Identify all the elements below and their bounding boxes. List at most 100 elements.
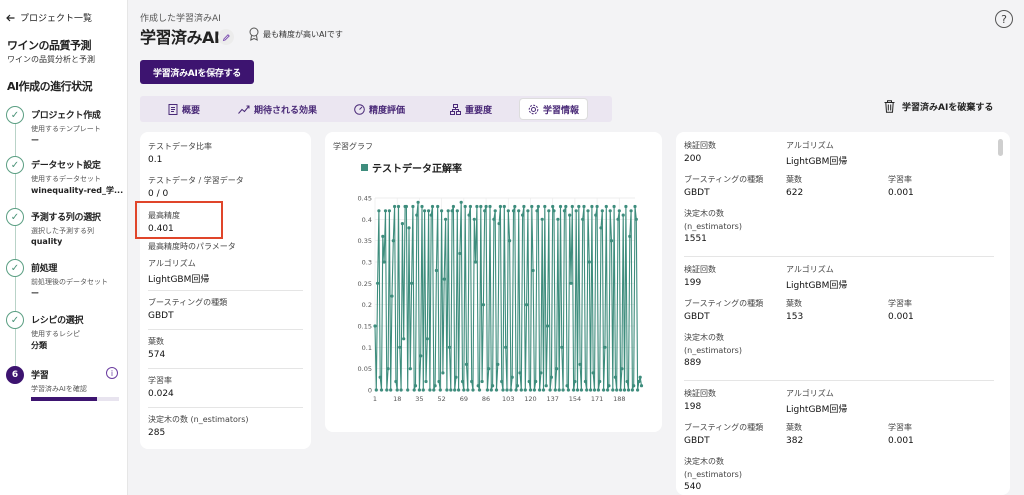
back-to-projects-link[interactable]: プロジェクト一覧 [6,11,92,24]
trial-leaves-value: 622 [786,188,804,198]
test-train-value: 0 / 0 [148,189,169,199]
trial-count: 検証回数 198 [684,388,716,412]
divider [148,407,303,408]
info-icon[interactable]: i [106,367,118,379]
edit-title-button[interactable] [218,29,234,45]
data-point [502,204,506,209]
data-point [396,204,401,209]
training-progress-bar [31,397,119,401]
data-point [607,384,611,388]
trial-estimators-sublabel: (n_estimators) [684,470,742,479]
trial-algorithm-value: LightGBM回帰 [786,157,848,167]
help-button[interactable]: ? [995,10,1013,28]
data-point [633,204,637,209]
data-point [434,268,438,273]
step-project-creation[interactable]: ✓ プロジェクト作成 使用するテンプレート ー [6,106,124,150]
trial-learning-rate: 学習率 0.001 [888,174,914,198]
step-target-column[interactable]: ✓ 予測する列の選択 選択した予測する列 quality [6,208,124,252]
data-point [599,226,603,230]
check-icon: ✓ [6,156,24,174]
test-train-label: テストデータ / 学習データ [148,176,244,185]
data-point [568,213,572,217]
data-point [555,367,559,371]
save-model-button[interactable]: 学習済みAIを保存する [140,60,254,84]
data-point [587,260,591,264]
data-point [390,294,394,298]
y-tick-label: 0.35 [358,237,372,245]
data-point [470,379,474,384]
step-caption: 使用するテンプレート [31,125,101,133]
data-point [385,388,389,392]
data-point [450,209,454,213]
scrollbar-thumb[interactable] [998,139,1003,156]
step-caption: 前処理後のデータセット [31,278,108,286]
data-point [497,222,501,226]
trial-estimators-label: 決定木の数 [684,333,724,342]
accuracy-line-chart: 0 0.05 0.1 0.15 0.2 0.25 0.3 0.35 0.4 0.45 1 18 35 52… [358,195,644,403]
data-point [579,388,583,392]
data-point [545,324,550,328]
data-point [624,204,628,209]
pencil-icon [222,33,230,41]
data-point [577,204,581,209]
arrow-left-icon [6,14,15,21]
data-point [383,209,388,213]
data-point [540,217,544,221]
step-number: 6 [6,366,24,384]
data-point [562,209,566,213]
step-recipe[interactable]: ✓ レシピの選択 使用するレシピ 分類 [6,311,124,355]
data-point [548,388,552,392]
data-point [489,388,493,392]
data-point [379,388,384,392]
tab-overview[interactable]: 概要 [168,99,200,119]
trial-boosting: ブースティングの種類 GBDT [684,298,763,322]
data-point [421,388,425,392]
step-training[interactable]: 6 学習 i 学習済みAIを確認 [6,366,124,406]
data-point [476,384,480,388]
step-preprocessing[interactable]: ✓ 前処理 前処理後のデータセット ー [6,259,124,303]
data-point [408,367,412,371]
data-point [466,388,470,392]
step-title: 学習 [31,371,49,381]
step-value: 分類 [31,341,47,350]
data-point [590,204,594,209]
hierarchy-icon [450,103,461,115]
step-dataset[interactable]: ✓ データセット設定 使用するデータセット winequality-red_学.… [6,156,124,200]
data-point [566,388,570,392]
data-point [536,204,540,209]
steps-heading: AI作成の進行状況 [7,80,93,93]
page-title: 学習済みAI [140,28,220,47]
tab-importance[interactable]: 重要度 [450,99,492,119]
data-point [436,204,440,209]
data-point [561,388,565,392]
data-point [574,209,578,213]
data-point [438,388,442,392]
data-point [501,388,505,392]
data-point [475,204,479,209]
trial-history-card: 検証回数 200 アルゴリズム LightGBM回帰 ブースティングの種類 GBDT 葉数 6… [676,132,1010,495]
step-title: 前処理 [31,264,58,274]
data-point [377,209,381,213]
x-tick-label: 154 [569,395,581,403]
data-point [535,209,539,213]
params-heading: 最高精度時のパラメータ [148,241,236,252]
data-point [506,209,510,213]
data-point [425,337,429,341]
data-point [445,388,449,392]
params-heading-text: 最高精度時のパラメータ [148,242,236,251]
step-title: プロジェクト作成 [31,111,101,121]
trial-boosting-label: ブースティングの種類 [684,299,764,308]
divider [148,329,303,330]
data-point [508,239,512,243]
test-train-split: テストデータ / 学習データ 0 / 0 [148,175,244,199]
tab-expected-effect[interactable]: 期待される効果 [238,99,317,119]
param-algorithm: アルゴリズム LightGBM回帰 [148,258,209,285]
tab-accuracy[interactable]: 精度評価 [354,99,405,119]
trial-count-label: 検証回数 [684,141,716,150]
data-point [416,200,420,204]
tab-training-info[interactable]: 学習情報 [520,99,588,119]
discard-model-button[interactable]: 学習済みAIを破棄する [884,100,993,113]
data-point [519,388,523,392]
x-tick-label: 86 [482,395,490,403]
data-point [420,204,424,209]
